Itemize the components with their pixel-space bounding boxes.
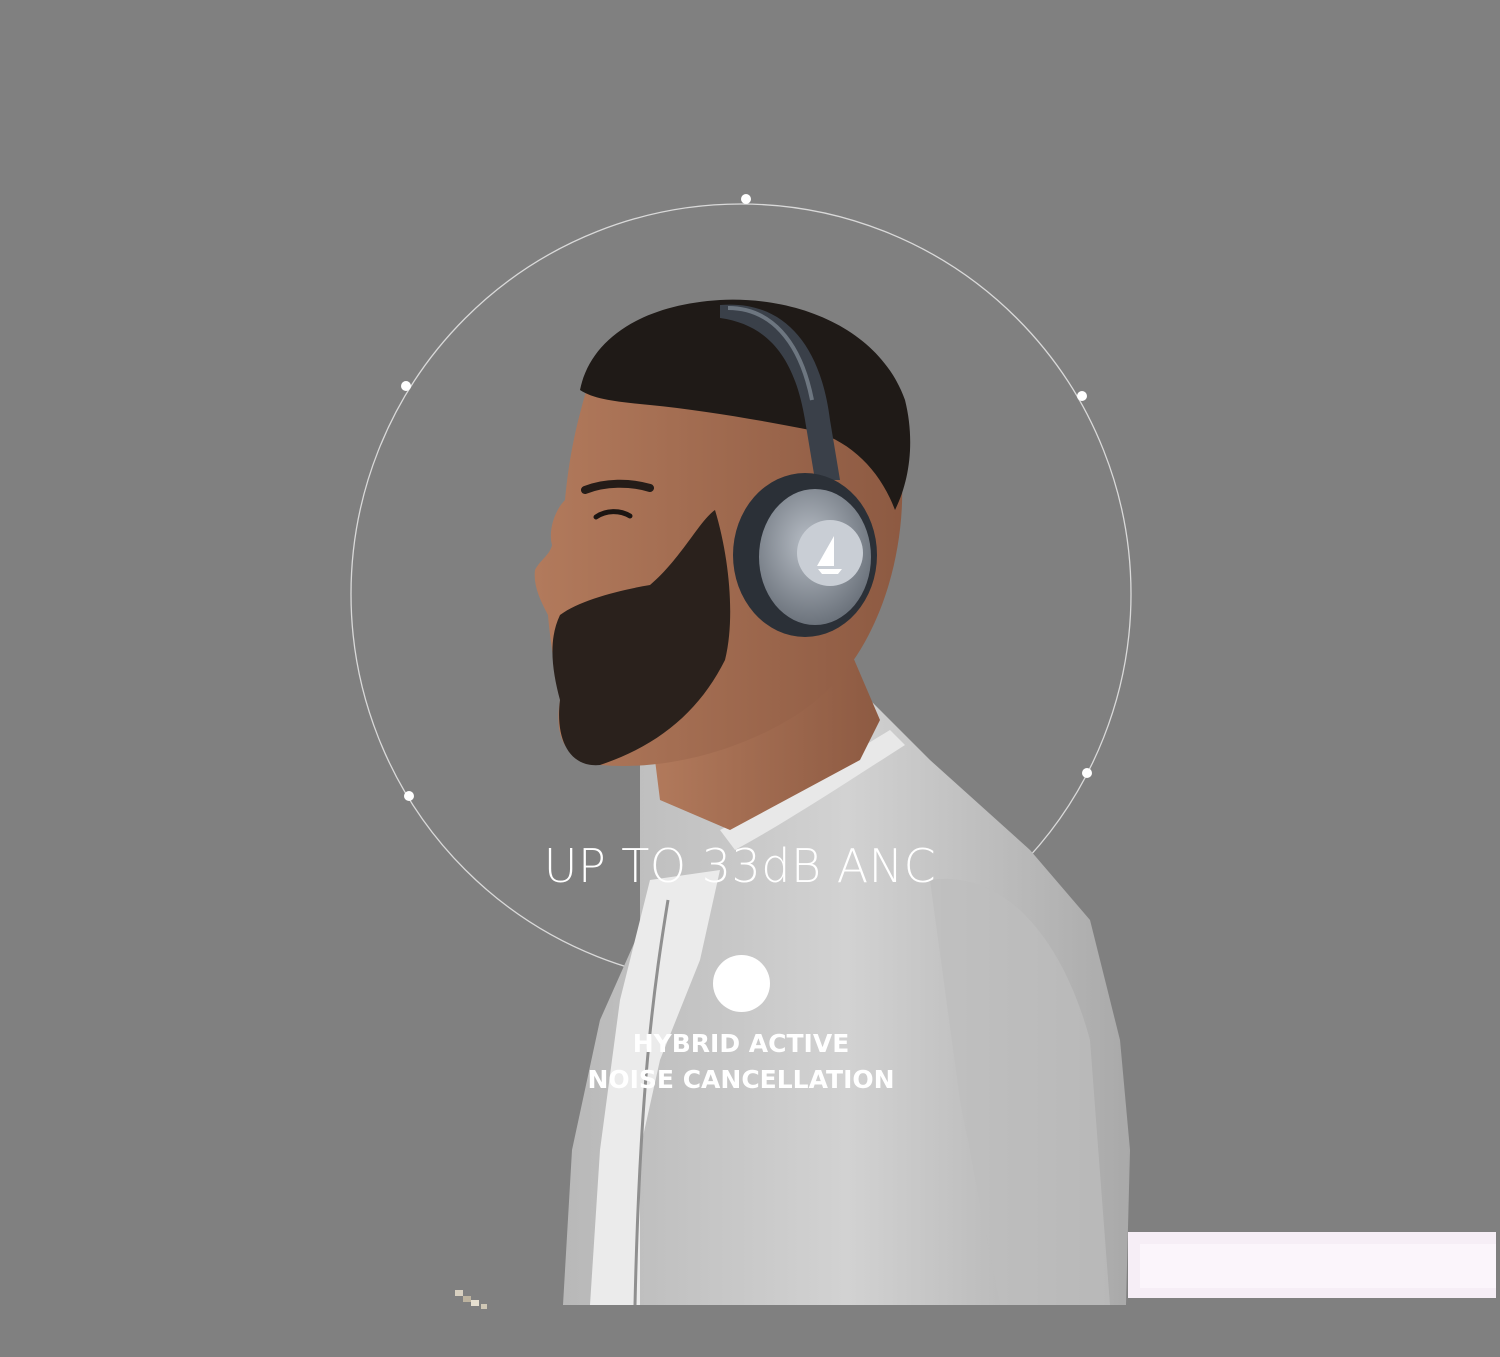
model-with-headphones (534, 299, 1130, 1306)
headline: UP TO 33dB ANC (543, 839, 937, 893)
feature-caption-line-2: NOISE CANCELLATION (587, 1065, 895, 1094)
feature-caption: HYBRID ACTIVE NOISE CANCELLATION (540, 1026, 942, 1098)
edge-panel-inner (1140, 1244, 1496, 1288)
hero-banner: UP TO 33dB ANC HYBRID ACTIVE NOISE CANCE… (0, 0, 1500, 1357)
feature-caption-line-1: HYBRID ACTIVE (632, 1029, 850, 1058)
pixel-artifact (455, 1290, 487, 1309)
feature-bullet (713, 955, 770, 1012)
